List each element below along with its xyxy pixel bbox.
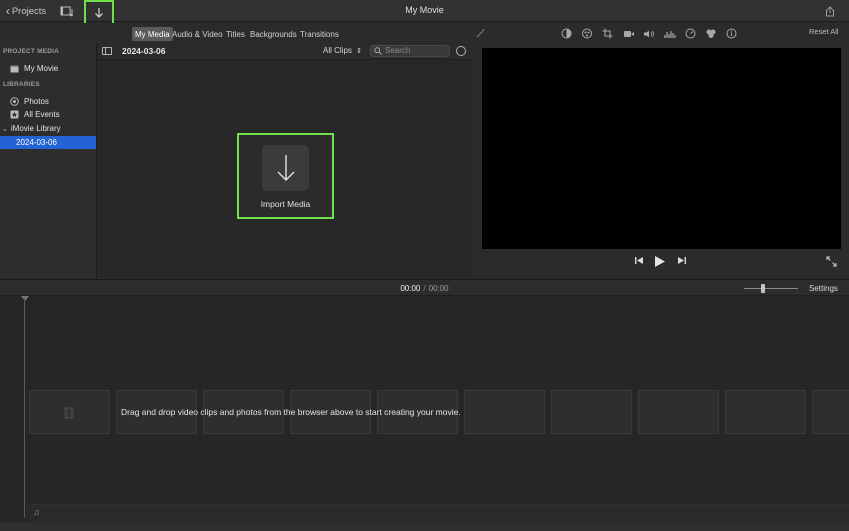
music-note-icon: ♫ [33, 507, 40, 517]
projects-back-button[interactable]: ‹ Projects [5, 2, 47, 20]
sidebar-item-label: All Events [24, 110, 60, 119]
tab-titles[interactable]: Titles [223, 27, 248, 41]
info-icon[interactable] [725, 27, 738, 40]
sidebar-item-imovie-library[interactable]: ⌄ iMovie Library [0, 122, 96, 135]
time-separator: / [423, 284, 426, 293]
color-balance-icon[interactable] [560, 27, 573, 40]
clip-filter-select[interactable]: All Clips ⇕ [323, 46, 362, 55]
sidebar-item-label: 2024-03-06 [16, 138, 57, 147]
placeholder-slot [551, 390, 632, 434]
tab-audio-video[interactable]: Audio & Video [169, 27, 226, 41]
sidebar-item-label: My Movie [24, 64, 59, 73]
tab-transitions[interactable]: Transitions [297, 27, 342, 41]
stabilization-icon[interactable] [622, 27, 635, 40]
current-time: 00:00 [400, 284, 421, 293]
photos-icon [9, 97, 19, 106]
libraries-heading: LIBRARIES [3, 81, 40, 88]
libraries-sidebar: PROJECT MEDIA My Movie LIBRARIES Photos … [0, 43, 97, 278]
star-icon [9, 110, 19, 119]
play-button[interactable] [654, 255, 666, 268]
noise-reduction-icon[interactable] [704, 27, 717, 40]
import-tile [262, 145, 309, 191]
placeholder-slot [725, 390, 806, 434]
zoom-slider[interactable] [744, 288, 798, 289]
placeholder-slot [464, 390, 545, 434]
film-placeholder-icon [64, 407, 74, 419]
search-input[interactable]: Search [370, 45, 450, 57]
placeholder-slot [29, 390, 110, 434]
color-correction-icon[interactable] [580, 27, 593, 40]
viewer-screen [482, 48, 841, 249]
volume-icon[interactable] [642, 27, 655, 40]
chevron-down-icon[interactable]: ⌄ [2, 125, 8, 133]
expand-icon [826, 256, 837, 267]
reset-all-button[interactable]: Reset All [809, 27, 839, 36]
placeholder-slot [638, 390, 719, 434]
import-arrow-icon [95, 8, 103, 18]
sidebar-item-photos[interactable]: Photos [0, 95, 96, 108]
playhead[interactable] [24, 298, 25, 518]
settings-button[interactable]: Settings [809, 284, 838, 293]
title-bar: ‹ Projects My Movie [0, 0, 849, 26]
sidebar-item-all-events[interactable]: All Events [0, 108, 96, 121]
share-button[interactable] [822, 2, 838, 20]
timeline-drop-message: Drag and drop video clips and photos fro… [121, 407, 461, 417]
sidebar-item-event[interactable]: 2024-03-06 [0, 136, 96, 149]
share-icon [826, 5, 834, 16]
sidebar-item-label: Photos [24, 97, 49, 106]
timecode: 00:00/00:00 [0, 284, 849, 293]
import-arrow-icon [277, 155, 294, 181]
music-lane[interactable] [26, 504, 849, 523]
speed-icon[interactable] [684, 27, 697, 40]
timeline[interactable]: Drag and drop video clips and photos fro… [0, 296, 849, 531]
play-icon [655, 256, 665, 267]
clip-filter-label: All Clips [323, 46, 352, 55]
equalizer-icon[interactable] [663, 27, 676, 40]
film-music-icon [60, 6, 73, 17]
zoom-slider-knob[interactable] [761, 284, 765, 293]
import-media-label: Import Media [260, 199, 311, 209]
skip-forward-button[interactable] [677, 256, 687, 265]
skip-back-icon [635, 257, 643, 264]
timeline-toolbar: 00:00/00:00 Settings [0, 279, 849, 296]
playhead-handle[interactable] [21, 296, 29, 301]
media-browser: 2024-03-06 All Clips ⇕ Search Import Med… [97, 43, 473, 278]
chevron-left-icon: ‹ [5, 4, 10, 18]
timeline-bottom-strip [0, 523, 849, 531]
skip-back-button[interactable] [634, 256, 644, 265]
import-media-button[interactable]: Import Media [237, 133, 334, 219]
total-time: 00:00 [428, 284, 449, 293]
event-title: 2024-03-06 [122, 46, 166, 56]
movie-icon [9, 64, 19, 73]
window-title: My Movie [405, 5, 444, 15]
search-icon [374, 47, 382, 55]
projects-back-label: Projects [11, 5, 47, 17]
chevron-updown-icon: ⇕ [356, 48, 363, 55]
tab-backgrounds[interactable]: Backgrounds [247, 27, 300, 41]
browser-header: 2024-03-06 All Clips ⇕ Search [97, 43, 473, 60]
search-placeholder: Search [385, 46, 411, 55]
toggle-sidebar-icon[interactable] [102, 47, 112, 55]
placeholder-slot [812, 390, 849, 434]
media-tabs-row: My Media Audio & Video Titles Background… [0, 23, 849, 43]
tab-my-media[interactable]: My Media [132, 27, 173, 41]
fullscreen-button[interactable] [826, 256, 837, 267]
crop-icon[interactable] [601, 27, 614, 40]
skip-forward-icon [678, 257, 686, 264]
sidebar-item-my-movie[interactable]: My Movie [0, 62, 96, 75]
magic-wand-icon[interactable] [474, 27, 487, 40]
media-browser-toggle-button[interactable] [58, 2, 78, 20]
view-options-icon[interactable] [456, 46, 466, 56]
project-media-heading: PROJECT MEDIA [3, 48, 60, 55]
viewer [474, 43, 849, 278]
sidebar-item-label: iMovie Library [10, 124, 61, 133]
